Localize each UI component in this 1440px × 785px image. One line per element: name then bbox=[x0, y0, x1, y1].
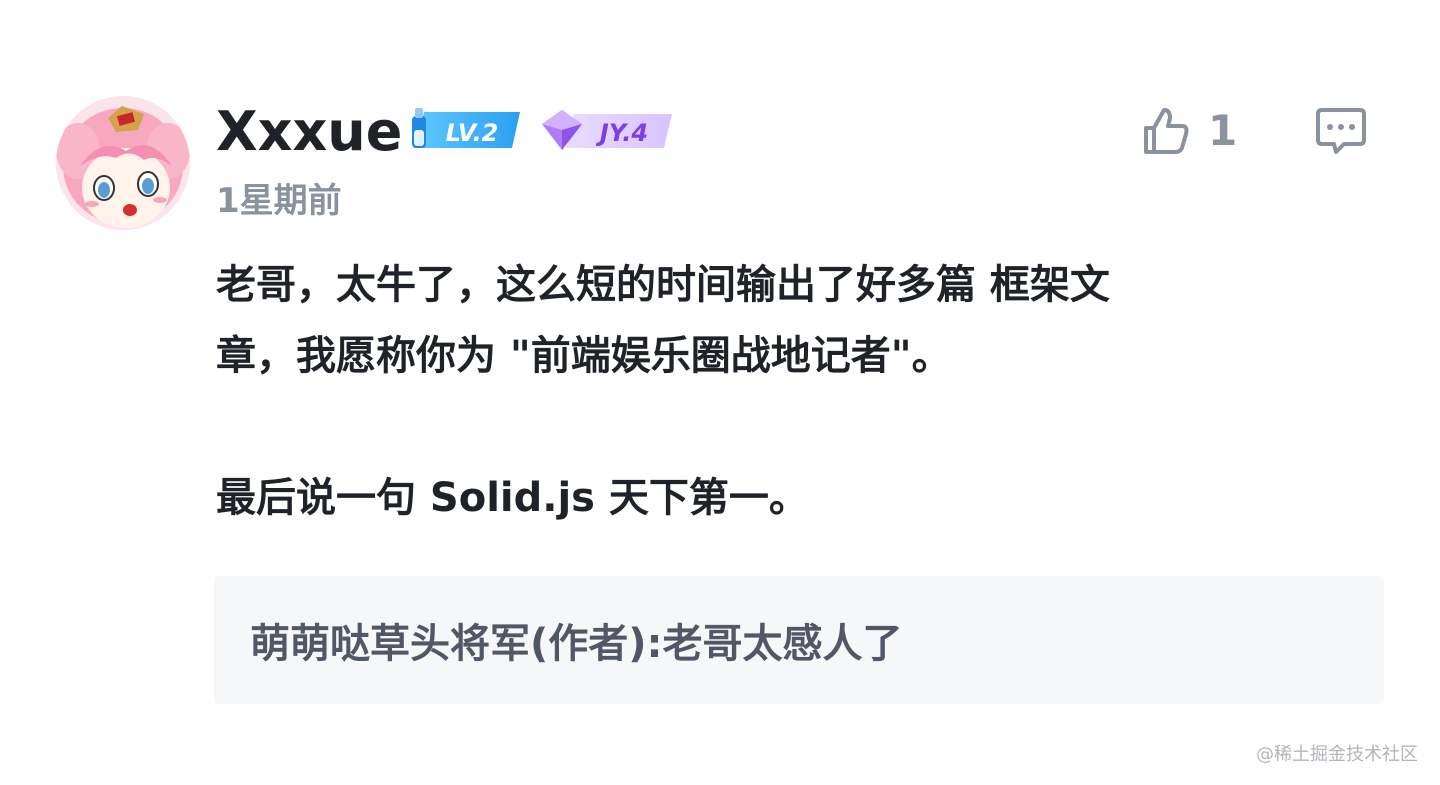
comment-icon[interactable] bbox=[1314, 104, 1368, 158]
jy-badge-label: JY.4 bbox=[596, 119, 648, 147]
comment-text-line: 最后说一句 Solid.js 天下第一。 bbox=[216, 475, 809, 521]
level-badge[interactable]: LV.2 bbox=[402, 104, 524, 156]
comment-timestamp: 1星期前 bbox=[216, 181, 342, 221]
username[interactable]: Xxxue bbox=[216, 98, 402, 166]
jy-badge[interactable]: JY.4 bbox=[536, 104, 676, 156]
watermark: @稀土掘金技术社区 bbox=[1256, 744, 1418, 765]
like-button[interactable]: 1 bbox=[1138, 104, 1237, 158]
comment-card: Xxxue LV.2 JY.4 1星期前 1 老哥，太牛了，这么短的时间输出了好… bbox=[0, 0, 1440, 785]
comment-text-line: 章，我愿称你为 "前端娱乐圈战地记者"。 bbox=[216, 333, 952, 379]
author-reply[interactable]: 萌萌哒草头将军(作者):老哥太感人了 bbox=[214, 576, 1384, 704]
comment-text-line: 老哥，太牛了，这么短的时间输出了好多篇 框架文 bbox=[216, 262, 1110, 308]
avatar-image bbox=[56, 96, 190, 230]
author-reply-text: 萌萌哒草头将军(作者):老哥太感人了 bbox=[250, 621, 903, 667]
level-badge-label: LV.2 bbox=[446, 119, 499, 147]
like-count: 1 bbox=[1208, 106, 1238, 155]
thumbs-up-icon bbox=[1144, 108, 1189, 154]
comment-content: 老哥，太牛了，这么短的时间输出了好多篇 框架文 章，我愿称你为 "前端娱乐圈战地… bbox=[216, 250, 1336, 534]
user-avatar[interactable] bbox=[56, 96, 190, 230]
